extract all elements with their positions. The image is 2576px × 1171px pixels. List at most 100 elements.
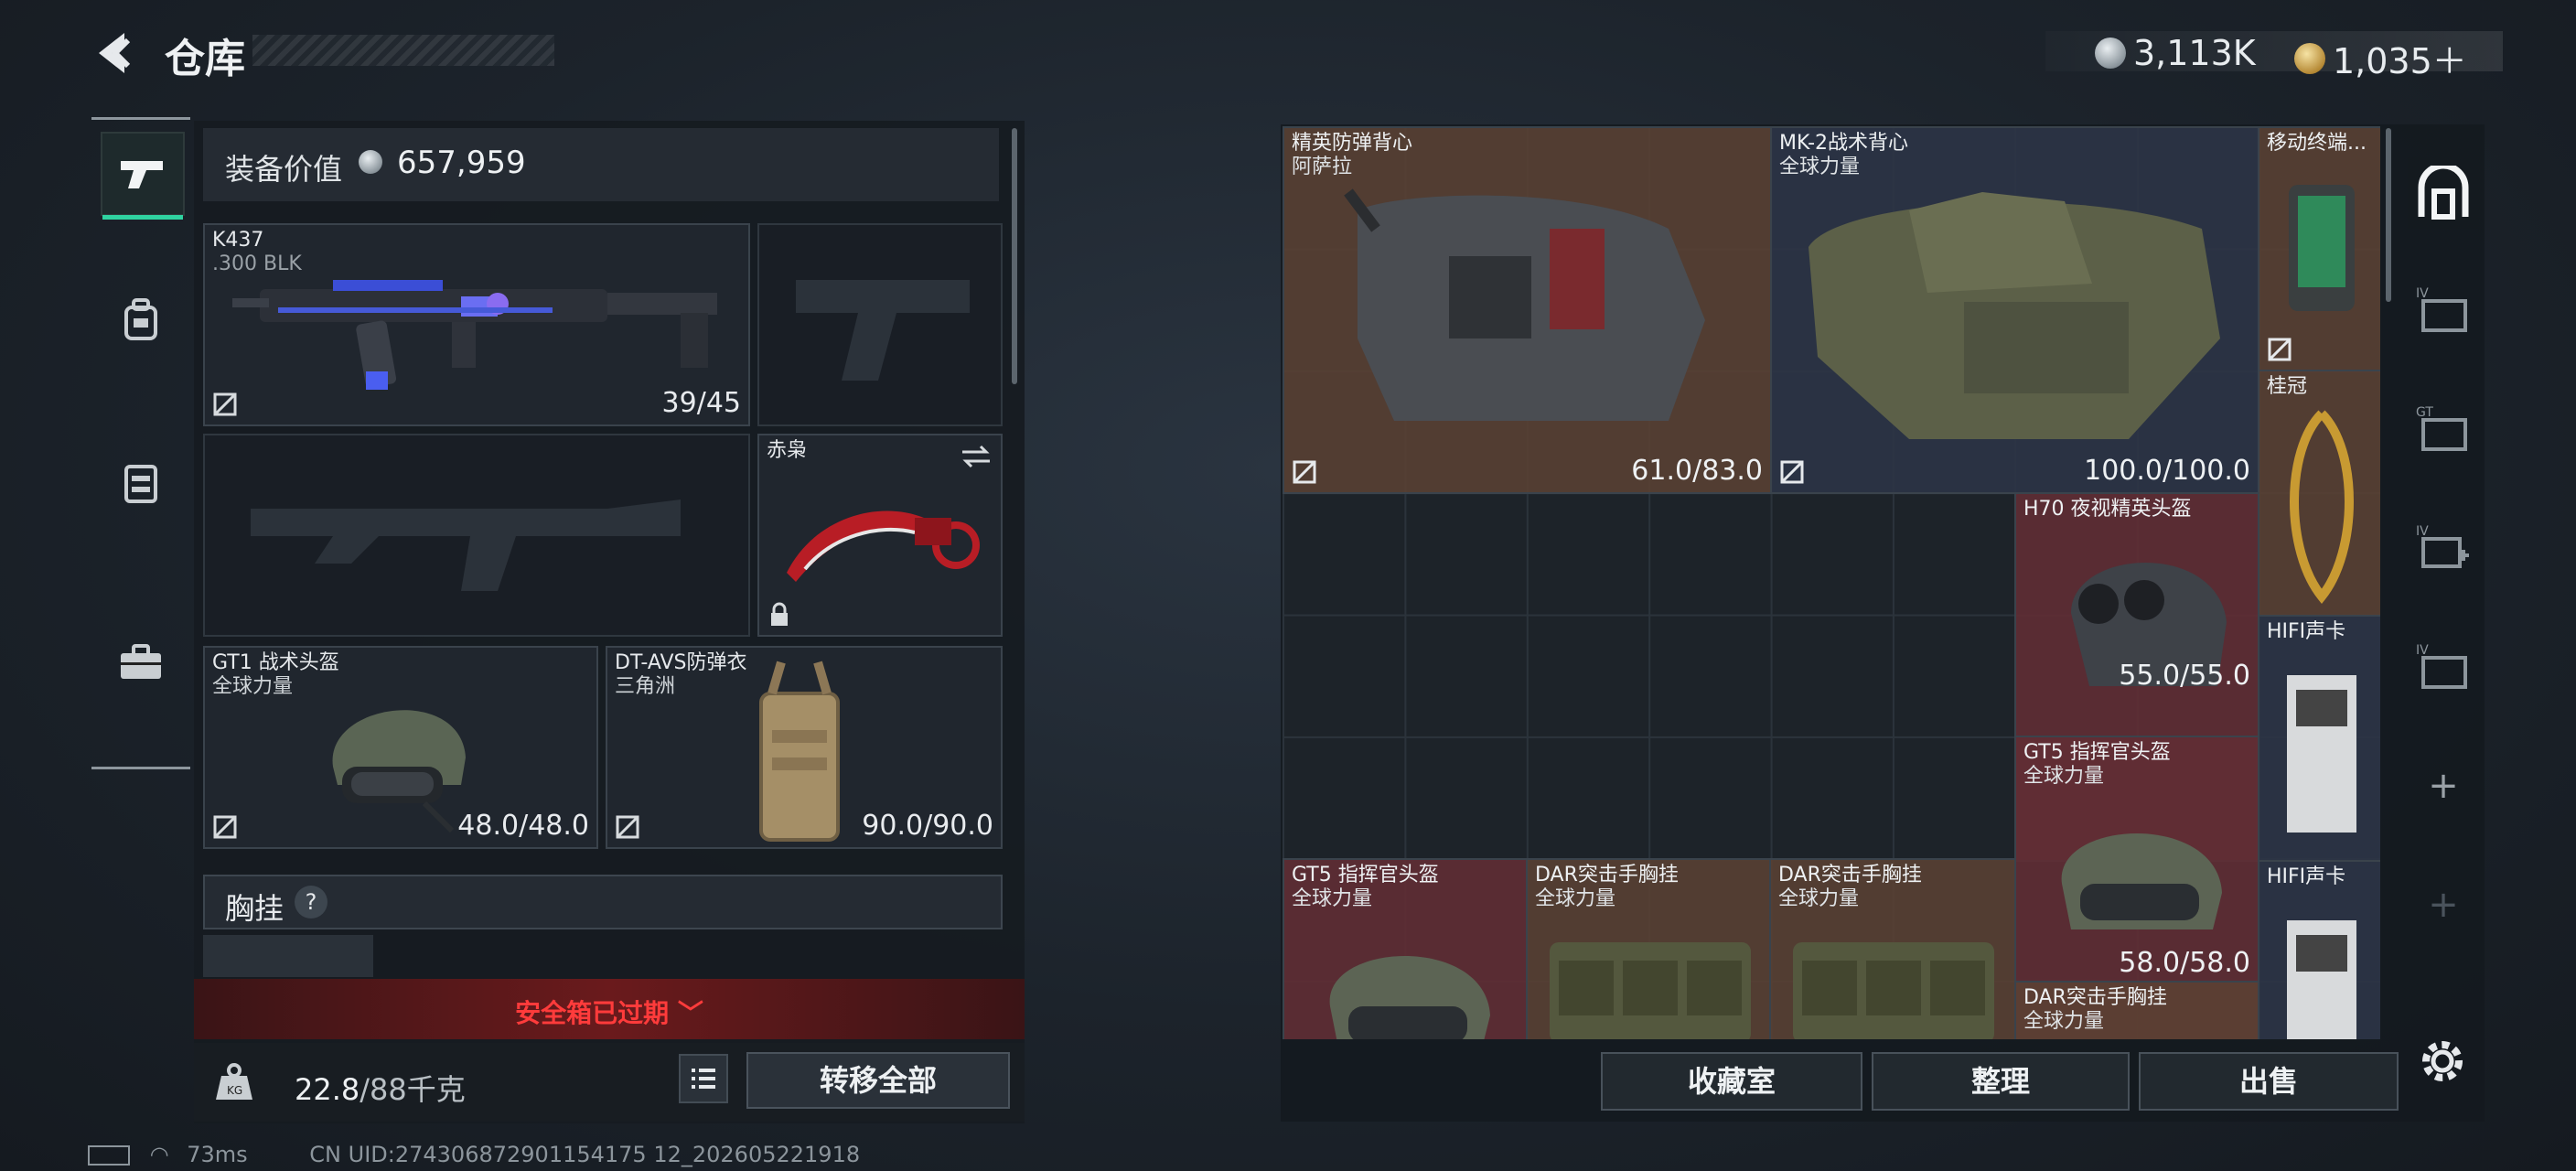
weight-icon: KG — [216, 1063, 252, 1100]
grid-item[interactable]: 桂冠 — [2258, 370, 2380, 617]
slot-item-caliber: .300 BLK — [212, 252, 302, 275]
chest-rig-section[interactable]: 胸挂 ? — [203, 875, 1003, 929]
no-trade-icon — [213, 815, 237, 839]
slot-pistol-empty[interactable] — [757, 223, 1003, 426]
wifi-icon: ◠ — [149, 1142, 169, 1167]
item-durability: 61.0/83.0 — [1631, 455, 1763, 487]
pistol-icon — [121, 161, 163, 188]
slot-melee[interactable]: 赤枭 — [757, 434, 1003, 637]
page-title: 仓库 — [165, 36, 245, 82]
vest-icon — [124, 465, 157, 503]
storage-tab-gt[interactable]: GT — [2408, 393, 2479, 465]
ping-value: 73ms — [187, 1142, 248, 1167]
item-name: 桂冠 — [2267, 375, 2308, 398]
item-durability: 100.0/100.0 — [2084, 455, 2250, 487]
divider — [91, 767, 190, 769]
no-trade-icon — [1293, 460, 1316, 484]
nav-vest-tab[interactable] — [101, 443, 181, 523]
help-icon[interactable]: ? — [295, 886, 327, 919]
slot-armor[interactable]: DT-AVS防弹衣 三角洲 90.0/90.0 — [606, 646, 1003, 849]
equipment-value-label: 装备价值 — [225, 152, 343, 187]
currency-silver-value: 3,113K — [2133, 33, 2256, 73]
item-faction: 全球力量 — [1292, 887, 1373, 910]
grid-item[interactable]: 移动终端... — [2258, 126, 2380, 371]
item-faction: 全球力量 — [2023, 765, 2105, 788]
storage-box-icon: IV — [2416, 286, 2467, 332]
storage-grid[interactable]: 精英防弹背心 阿萨拉 61.0/83.0 MK-2战术背心 全球力量 100.0… — [1283, 126, 2380, 1039]
item-image — [2289, 185, 2355, 311]
add-storage-button[interactable]: + — [2408, 869, 2479, 940]
grid-item[interactable]: 精英防弹背心 阿萨拉 61.0/83.0 — [1283, 126, 1772, 494]
plus-icon: + — [2428, 765, 2459, 807]
grid-item[interactable]: MK-2战术背心 全球力量 100.0/100.0 — [1770, 126, 2259, 494]
scrollbar[interactable] — [1012, 128, 1017, 384]
item-image — [1344, 188, 1705, 421]
slot-item-faction: 三角洲 — [615, 675, 676, 698]
item-name: DAR突击手胸挂 — [1778, 864, 1922, 886]
slot-durability: 39/45 — [661, 387, 741, 419]
grid-item[interactable]: HIFI声卡 — [2258, 860, 2380, 1039]
item-image — [1809, 192, 2220, 439]
sell-button[interactable]: 出售 — [2139, 1052, 2399, 1111]
nav-weapon-tab[interactable] — [101, 132, 185, 220]
settings-gear-icon[interactable] — [2415, 1034, 2470, 1089]
transfer-all-button[interactable]: 转移全部 — [746, 1052, 1010, 1109]
no-trade-icon — [2268, 338, 2292, 361]
medkit-icon: IV — [2416, 524, 2469, 568]
nav-bag-tab[interactable] — [101, 280, 181, 360]
chest-rig-slot-empty[interactable] — [203, 935, 373, 977]
slot-secondary-weapon-empty[interactable] — [203, 434, 750, 637]
chevron-down-icon: ﹀ — [677, 998, 703, 1028]
weight-value: 22.8 — [295, 1072, 360, 1107]
storage-tab-4[interactable]: IV — [2408, 274, 2479, 346]
slot-helmet[interactable]: GT1 战术头盔 全球力量 48.0/48.0 — [203, 646, 598, 849]
rifle-image — [223, 252, 735, 412]
storage-tab-ammo[interactable]: IV — [2408, 631, 2479, 703]
grid-item[interactable]: DAR突击手胸挂 全球力量 — [1769, 858, 2016, 1039]
no-trade-icon — [213, 392, 237, 416]
storage-box-icon: IV — [2416, 643, 2467, 689]
item-image — [2287, 920, 2356, 1039]
storage-tab-main[interactable] — [2408, 157, 2479, 229]
svg-text:IV: IV — [2416, 643, 2429, 658]
grid-item[interactable]: DAR突击手胸挂 全球力量 — [2014, 981, 2259, 1039]
currency-silver[interactable]: 3,113K — [2095, 33, 2256, 73]
no-trade-icon — [616, 815, 639, 839]
list-view-button[interactable] — [679, 1054, 728, 1103]
currency-gold-value: 1,035＋ — [2333, 41, 2467, 81]
nav-case-tab[interactable] — [101, 622, 181, 703]
item-image — [2061, 833, 2222, 929]
silver-coin-icon — [2095, 38, 2126, 69]
slot-item-faction: 全球力量 — [212, 675, 294, 698]
grid-item[interactable]: HIFI声卡 — [2258, 615, 2380, 862]
item-image — [1550, 942, 1751, 1039]
slot-durability: 48.0/48.0 — [457, 810, 589, 842]
item-faction: 阿萨拉 — [1292, 156, 1353, 178]
slot-item-name: K437 — [212, 229, 264, 252]
scrollbar[interactable] — [2386, 128, 2391, 302]
no-trade-icon — [1780, 460, 1804, 484]
swap-icon[interactable] — [961, 443, 992, 470]
storage-tab-medical[interactable]: IV — [2408, 512, 2479, 584]
currency-gold[interactable]: 1,035＋ — [2294, 33, 2467, 83]
item-image — [2287, 675, 2356, 833]
add-storage-button[interactable]: + — [2408, 750, 2479, 822]
slot-primary-weapon[interactable]: K437 .300 BLK 39/45 — [203, 223, 750, 426]
svg-text:IV: IV — [2416, 286, 2429, 301]
slot-item-name: DT-AVS防弹衣 — [615, 651, 747, 674]
grid-item[interactable]: GT5 指挥官头盔 全球力量 — [1283, 858, 1528, 1039]
svg-text:GT: GT — [2416, 405, 2433, 420]
title-stripe-decoration — [252, 35, 554, 66]
divider — [91, 117, 190, 120]
organize-button[interactable]: 整理 — [1872, 1052, 2130, 1111]
svg-text:KG: KG — [227, 1084, 242, 1097]
collection-button[interactable]: 收藏室 — [1601, 1052, 1862, 1111]
grid-item[interactable]: DAR突击手胸挂 全球力量 — [1526, 858, 1771, 1039]
item-durability: 55.0/55.0 — [2119, 660, 2250, 692]
item-faction: 全球力量 — [1535, 887, 1616, 910]
safe-box-expired-banner[interactable]: 安全箱已过期 ﹀ — [194, 979, 1025, 1039]
item-faction: 全球力量 — [2023, 1010, 2105, 1033]
item-name: DAR突击手胸挂 — [1535, 864, 1679, 886]
item-name: MK-2战术背心 — [1779, 132, 1909, 155]
back-arrow-icon[interactable] — [88, 27, 139, 79]
